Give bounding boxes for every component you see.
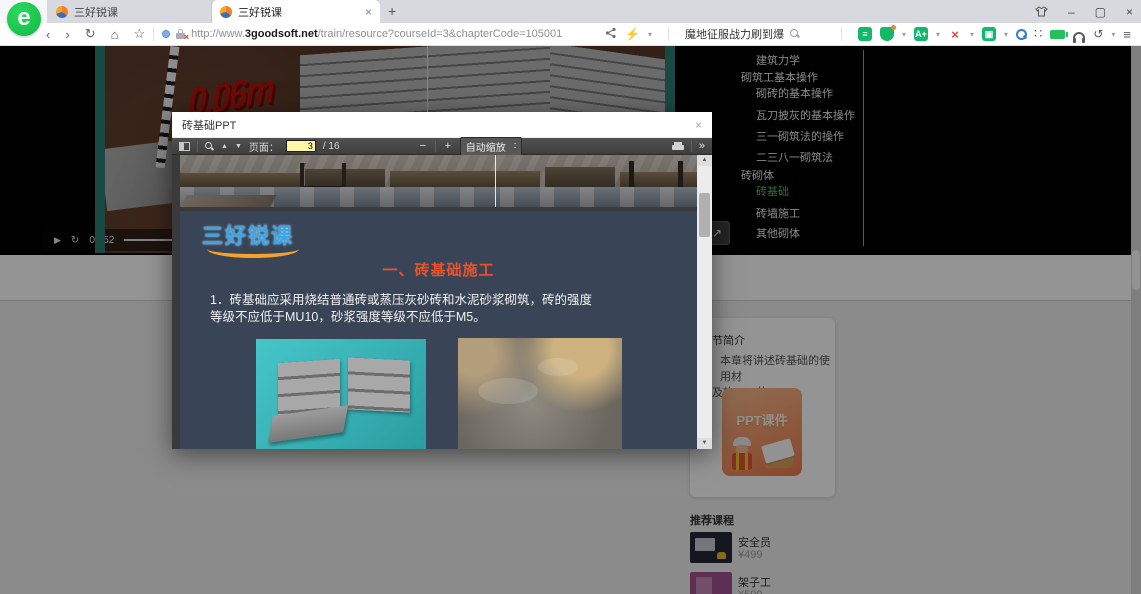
url-text[interactable]: http://www.3goodsoft.net/train/resource?…: [191, 28, 562, 40]
mortar-image: [458, 338, 622, 449]
reload-button[interactable]: ↻: [85, 26, 96, 42]
page-content: 0.06m ▶ ↻ 02:52 ↗ 建筑力学 砌筑工基本操作 砌砖的基本操作 瓦…: [0, 46, 1141, 594]
pdf-page: 三好锐课 一、砖基础施工 1．砖基础应采用烧结普通砖或蒸压灰砂砖和水泥砂浆砌筑，…: [180, 155, 697, 449]
more-tools-icon[interactable]: »: [699, 140, 705, 152]
next-page-icon[interactable]: ▼: [235, 143, 242, 150]
insecure-lock-icon: ×: [175, 28, 186, 40]
address-bar[interactable]: × http://www.3goodsoft.net/train/resourc…: [162, 28, 605, 40]
navigation-toolbar: ‹ › ↻ ⌂ ☆ × http://www.3goodsoft.net/tra…: [0, 23, 1141, 46]
browser-logo[interactable]: e: [7, 2, 41, 36]
translate-extension-icon[interactable]: A+: [914, 27, 928, 41]
divider: [153, 27, 154, 41]
battery-saver-icon[interactable]: [1050, 30, 1065, 39]
screenshot-scissors-icon[interactable]: ×: [948, 27, 962, 41]
ppt-modal: 砖基础PPT × ▲ ▼ 页面： / 16 − + 自动缩放 ∶: [172, 112, 712, 449]
modal-header: 砖基础PPT ×: [172, 112, 712, 138]
tab-title: 三好锐课: [74, 4, 203, 20]
speed-mode-lightning-icon[interactable]: ⚡: [625, 27, 640, 41]
extension-icon-1[interactable]: ≡: [858, 27, 872, 41]
find-icon[interactable]: [205, 142, 214, 151]
browser-tab-2-active[interactable]: 三好锐课 ×: [212, 0, 380, 23]
chevron-down-icon[interactable]: ▾: [936, 30, 940, 39]
search-keyword[interactable]: 魔地征服战力刷到爆: [685, 26, 784, 42]
page-total: / 16: [323, 141, 340, 152]
back-button[interactable]: ‹: [46, 27, 50, 42]
minimize-button[interactable]: –: [1068, 5, 1075, 19]
browser-tab-1[interactable]: 三好锐课: [48, 0, 212, 23]
bookmark-star-icon[interactable]: ☆: [133, 26, 145, 42]
river-bank: [180, 195, 277, 207]
page-label: 页面：: [249, 139, 279, 154]
restore-button[interactable]: ▢: [1095, 5, 1106, 19]
scroll-up-icon[interactable]: ▲: [697, 155, 712, 166]
tab-bar: 三好锐课 三好锐课 × + – ▢ ×: [0, 0, 1141, 23]
share-icon[interactable]: [605, 27, 617, 42]
divider: [435, 141, 436, 152]
notification-badge: [891, 25, 896, 30]
bridge-photo: [180, 155, 697, 207]
divider: [841, 27, 842, 41]
slide-page-3: 三好锐课 一、砖基础施工 1．砖基础应采用烧结普通砖或蒸压灰砂砖和水泥砂浆砌筑，…: [180, 211, 697, 449]
tab-favicon: [220, 6, 232, 18]
print-icon[interactable]: [672, 142, 684, 151]
theme-skin-icon[interactable]: [1035, 6, 1048, 17]
adblock-shield-icon[interactable]: [880, 27, 894, 41]
slide-text-line: 1．砖基础应采用烧结普通砖或蒸压灰砂砖和水泥砂浆砌筑，砖的强度: [210, 292, 670, 309]
undo-history-icon[interactable]: ↺: [1093, 27, 1103, 41]
divider: [691, 141, 692, 152]
divider: [668, 27, 669, 41]
menu-icon[interactable]: ≡: [1123, 27, 1131, 42]
picture-extension-icon[interactable]: ▣: [982, 27, 996, 41]
slide-text-line: 等级不应低于MU10，砂浆强度等级不应低于M5。: [210, 309, 670, 326]
chevron-down-icon[interactable]: ▾: [648, 30, 652, 39]
chevron-down-icon[interactable]: ▾: [1111, 30, 1115, 39]
forward-button[interactable]: ›: [65, 27, 69, 42]
slide-body-text: 1．砖基础应采用烧结普通砖或蒸压灰砂砖和水泥砂浆砌筑，砖的强度 等级不应低于MU…: [210, 292, 670, 326]
new-tab-button[interactable]: +: [388, 3, 396, 19]
zoom-scale-select[interactable]: 自动缩放 ∶: [460, 137, 523, 156]
chevron-down-icon[interactable]: ▾: [970, 30, 974, 39]
site-info-icon[interactable]: [162, 30, 170, 38]
modal-close-icon[interactable]: ×: [695, 118, 702, 132]
window-controls: – ▢ ×: [1035, 0, 1133, 23]
scroll-down-icon[interactable]: ▼: [697, 438, 712, 449]
browser-window: 三好锐课 三好锐课 × + – ▢ × e ‹ › ↻ ⌂ ☆: [0, 0, 1141, 594]
pdf-scrollbar[interactable]: ▲ ▼: [697, 155, 712, 449]
apps-grid-icon[interactable]: ∷: [1034, 26, 1042, 42]
modal-title: 砖基础PPT: [182, 117, 236, 133]
pdf-toolbar: ▲ ▼ 页面： / 16 − + 自动缩放 ∶ »: [172, 138, 712, 155]
select-arrow-icon: ∶: [514, 141, 517, 152]
page-number-input[interactable]: [286, 140, 316, 152]
headset-icon[interactable]: [1073, 32, 1085, 40]
pdf-scrollbar-thumb[interactable]: [699, 193, 710, 237]
tab-favicon: [56, 6, 68, 18]
tab-title: 三好锐课: [238, 4, 359, 20]
pdf-viewer[interactable]: 三好锐课 一、砖基础施工 1．砖基础应采用烧结普通砖或蒸压灰砂砖和水泥砂浆砌筑，…: [172, 155, 712, 449]
previous-page-icon[interactable]: ▲: [221, 143, 228, 150]
zoom-search-icon[interactable]: [1016, 29, 1026, 39]
toolbar-right-cluster: ⚡ ▾ 魔地征服战力刷到爆 ≡ ▾ A+ ▾ × ▾ ▣ ▾ ∷ ↺ ▾ ≡: [605, 26, 1141, 42]
course-brand-logo: 三好锐课: [202, 220, 294, 250]
slide-title: 一、砖基础施工: [180, 259, 697, 280]
page-seam-line: [495, 155, 496, 207]
divider: [197, 141, 198, 152]
close-window-button[interactable]: ×: [1126, 5, 1133, 19]
zoom-out-button[interactable]: −: [418, 140, 428, 152]
chevron-down-icon[interactable]: ▾: [902, 30, 906, 39]
chevron-down-icon[interactable]: ▾: [1004, 30, 1008, 39]
bridge-tower-left: [300, 163, 346, 189]
tab-close-icon[interactable]: ×: [365, 5, 372, 19]
search-box[interactable]: 魔地征服战力刷到爆: [685, 26, 825, 42]
search-icon[interactable]: [790, 29, 800, 39]
sidebar-toggle-icon[interactable]: [179, 142, 190, 151]
logo-swash: [207, 249, 299, 258]
scale-value: 自动缩放: [466, 139, 506, 154]
zoom-in-button[interactable]: +: [443, 140, 453, 152]
bricks-image: [256, 339, 426, 449]
home-button[interactable]: ⌂: [111, 27, 119, 42]
